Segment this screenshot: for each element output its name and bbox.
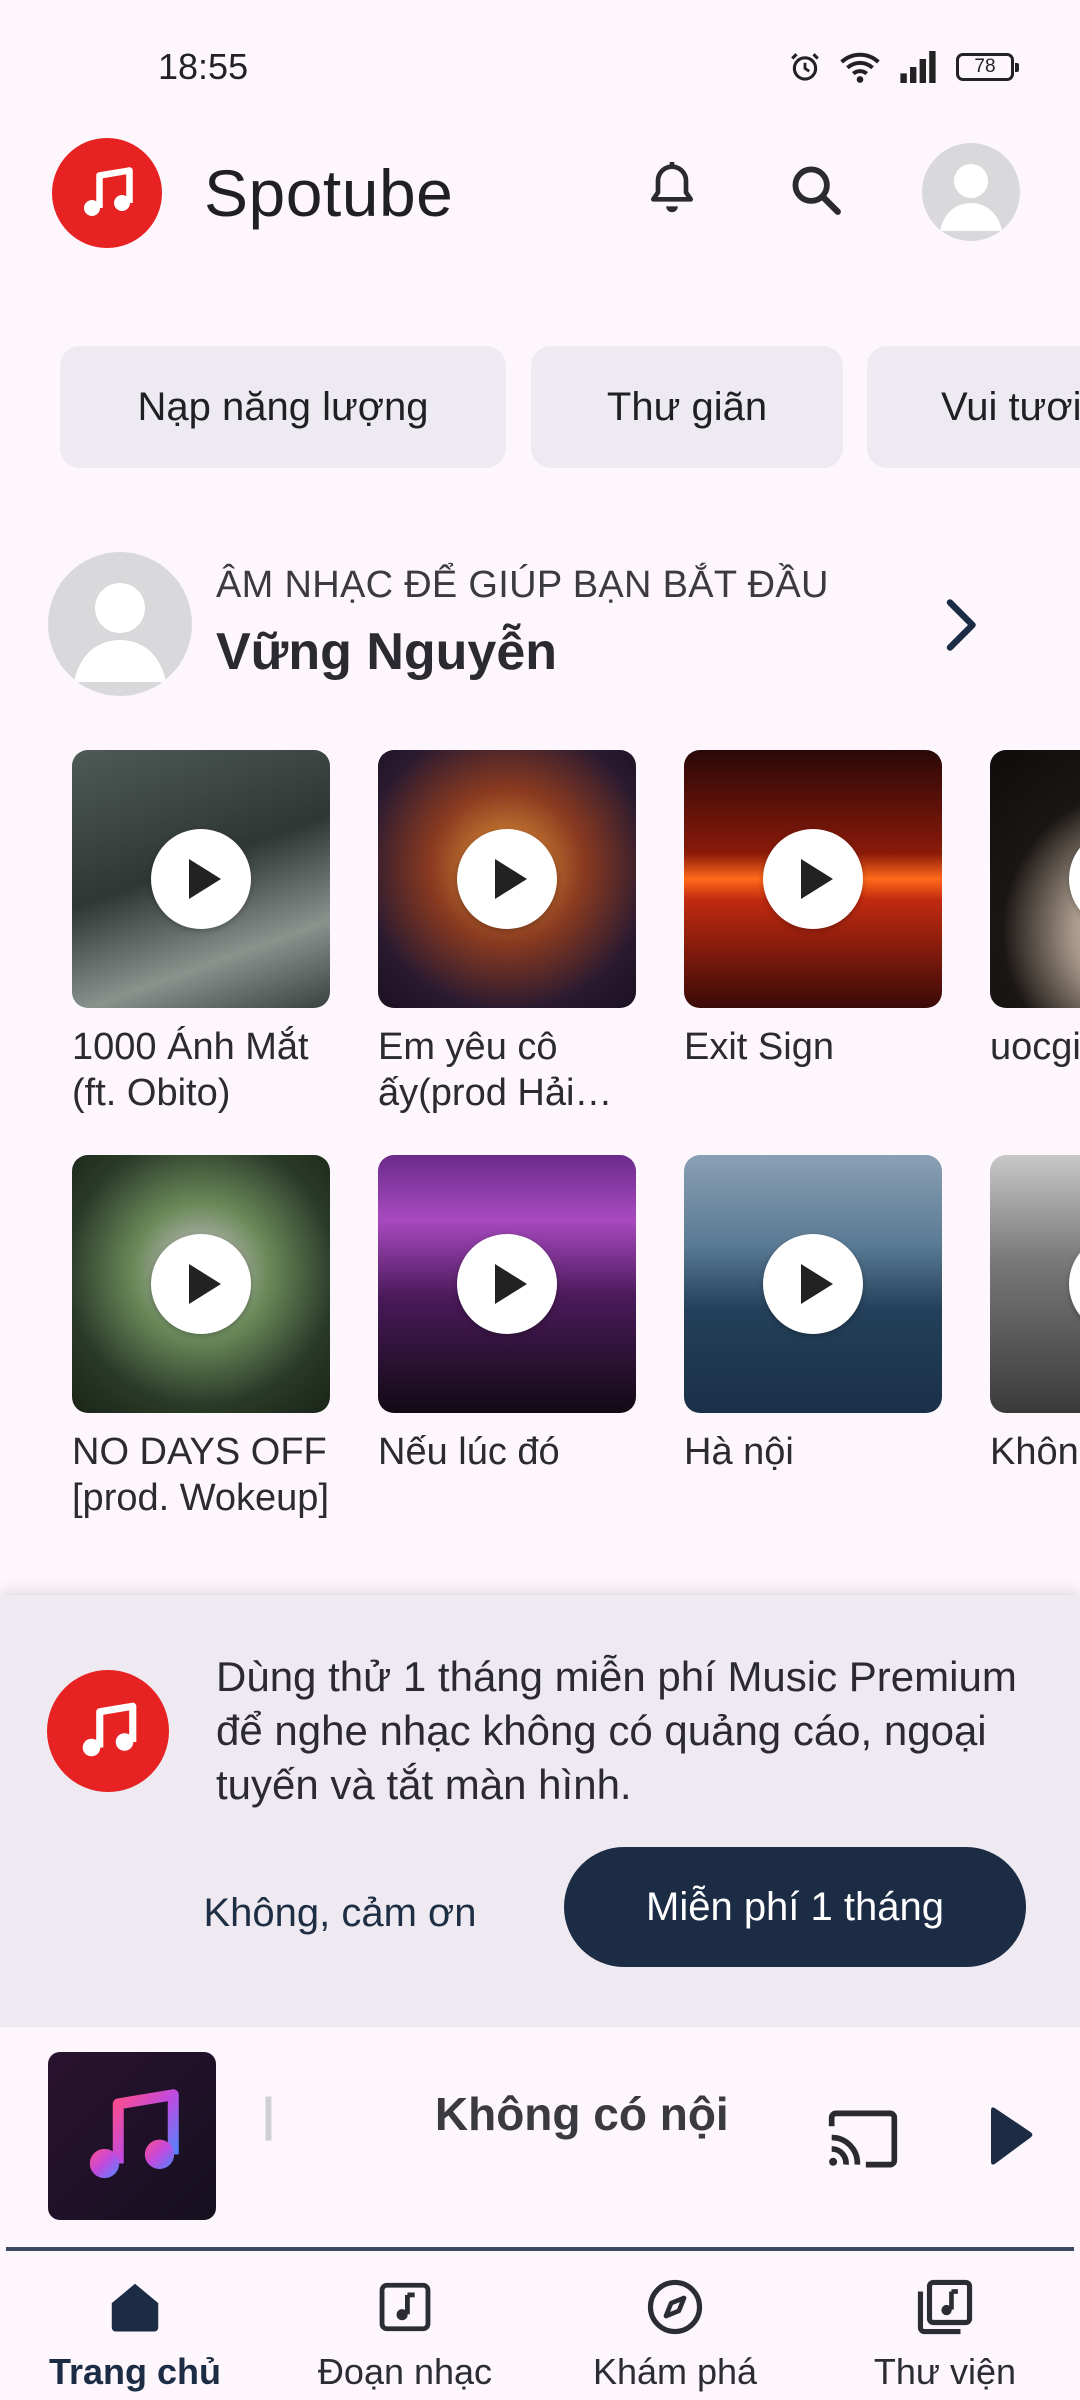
song-artwork [990,750,1080,1008]
play-icon[interactable] [763,1234,863,1334]
app-logo [52,138,162,248]
play-icon[interactable] [457,829,557,929]
wifi-icon [840,52,880,83]
app-title: Spotube [204,156,454,230]
nav-clips[interactable]: Đoạn nhạc [270,2251,540,2400]
home-icon [100,2273,170,2341]
play-icon[interactable] [151,1234,251,1334]
song-card[interactable]: NO DAYS OFF [prod. Wokeup] [72,1155,330,1521]
song-artwork [72,750,330,1008]
section-title: Vững Nguyễn [216,623,557,681]
section-more-button[interactable] [930,590,990,660]
song-artwork [990,1155,1080,1413]
bell-icon [651,162,693,213]
song-title: uocgi yeutoi [990,1026,1080,1068]
player-track-title-text: Không có nội dung [434,2088,742,2140]
nav-explore[interactable]: Khám phá [540,2251,810,2400]
nav-label: Đoạn nhạc [317,2351,493,2392]
search-button[interactable] [776,150,856,230]
nav-label: Trang chủ [48,2351,222,2392]
song-grid: 1000 Ánh Mắt (ft. Obito) Em yêu cô ấy(pr… [0,748,1080,1528]
mood-chips: Nạp năng lượng Thư giãn Vui tươi [0,346,1080,470]
user-icon [940,164,1002,231]
song-title: Hà nội [684,1431,794,1473]
music-note-box-icon [370,2273,440,2341]
chip-energize[interactable]: Nạp năng lượng [60,346,506,468]
song-artwork [684,750,942,1008]
player-track-title: |Không có nội dung [262,2087,742,2141]
user-icon [74,583,166,682]
decline-button[interactable]: Không, cảm ơn [180,1863,500,1963]
song-title: Em yêu cô ấy(prod Hải Đăng) [378,1026,575,1114]
nav-label: Thư viện [873,2351,1017,2392]
premium-message: Dùng thử 1 tháng miễn phí Music Premium … [216,1653,1017,1808]
chip-happy[interactable]: Vui tươi [867,346,1080,468]
cast-icon [828,2110,898,2168]
chevron-right-icon [946,599,976,651]
song-card[interactable]: uocgi yeutoi [990,750,1080,1116]
song-title: Không Xin Đâu [990,1431,1080,1473]
library-icon [910,2273,980,2341]
music-note-icon [84,167,133,216]
cast-button[interactable] [826,2109,900,2169]
signal-icon [900,51,936,83]
play-icon[interactable] [1069,829,1080,929]
section-avatar [48,552,192,696]
song-title: NO DAYS OFF [prod. Wokeup] [72,1431,330,1519]
play-icon[interactable] [457,1234,557,1334]
alarm-icon [791,53,819,81]
nav-library[interactable]: Thư viện [810,2251,1080,2400]
player-artwork [48,2052,216,2220]
song-card[interactable]: Không Xin Đâu [990,1155,1080,1521]
play-icon[interactable] [151,829,251,929]
song-artwork [378,750,636,1008]
profile-avatar-button[interactable] [922,143,1020,241]
song-card[interactable]: Hà nội [684,1155,942,1521]
mini-player[interactable]: |Không có nội dung [0,2027,1080,2247]
section-subtitle: ÂM NHẠC ĐỂ GIÚP BẠN BẮT ĐẦU [216,564,829,606]
compass-icon [640,2273,710,2341]
play-icon[interactable] [1069,1234,1080,1334]
song-title: Exit Sign [684,1026,834,1068]
song-card[interactable]: Em yêu cô ấy(prod Hải Đăng) [378,750,636,1116]
bottom-nav: Trang chủ Đoạn nhạc Khám phá Thư viện [0,2251,1080,2400]
status-time: 18:55 [158,46,249,87]
nav-home[interactable]: Trang chủ [0,2251,270,2400]
song-title: 1000 Ánh Mắt (ft. Obito) [72,1026,309,1114]
search-icon [792,166,841,215]
play-icon[interactable] [763,829,863,929]
player-play-button[interactable] [982,2103,1036,2169]
song-card[interactable]: Exit Sign [684,750,942,1116]
nav-label: Khám phá [592,2351,758,2392]
premium-logo [47,1670,169,1792]
battery-indicator: 78 [956,53,1019,81]
status-bar: 18:55 78 [0,0,1080,135]
premium-promo-sheet: Dùng thử 1 tháng miễn phí Music Premium … [0,1595,1080,2027]
music-note-icon [82,1702,137,1757]
play-icon [991,2107,1033,2165]
song-artwork [378,1155,636,1413]
song-title: Nếu lúc đó [378,1431,560,1473]
song-artwork [72,1155,330,1413]
status-icons: 78 [788,50,1019,84]
song-card[interactable]: Nếu lúc đó [378,1155,636,1521]
free-trial-button[interactable]: Miễn phí 1 tháng [564,1847,1026,1967]
song-card[interactable]: 1000 Ánh Mắt (ft. Obito) [72,750,330,1116]
song-artwork [684,1155,942,1413]
chip-relax[interactable]: Thư giãn [531,346,843,468]
notifications-button[interactable] [632,150,712,230]
music-note-icon [89,2089,179,2179]
